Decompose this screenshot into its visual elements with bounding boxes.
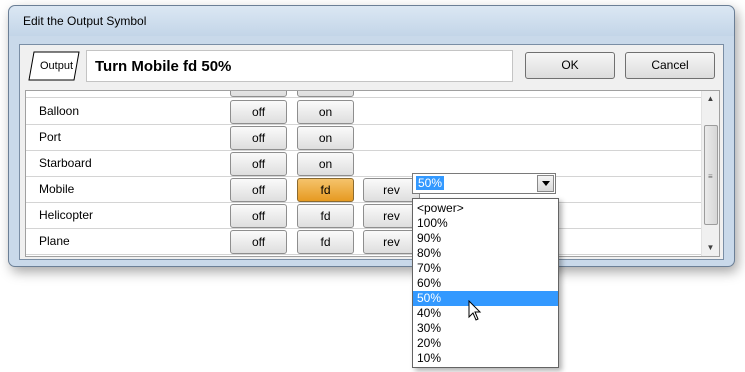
- balloon-on-button[interactable]: on: [297, 100, 354, 124]
- power-option[interactable]: 70%: [413, 261, 558, 276]
- row-label: Balloon: [39, 104, 80, 118]
- scroll-down-arrow-icon[interactable]: ▼: [702, 240, 719, 256]
- ok-button[interactable]: OK: [525, 52, 615, 79]
- cancel-button[interactable]: Cancel: [625, 52, 715, 79]
- starboard-on-button[interactable]: on: [297, 152, 354, 176]
- combo-selected-value: 50%: [416, 176, 445, 190]
- table-row-starboard: Starboard off on: [26, 150, 701, 177]
- mobile-off-button[interactable]: off: [230, 178, 287, 202]
- scroll-up-arrow-icon[interactable]: ▲: [702, 91, 719, 107]
- row-label: Starboard: [39, 156, 92, 170]
- symbol-title-box: Turn Mobile fd 50%: [86, 50, 513, 82]
- output-symbol-icon: Output: [28, 51, 80, 81]
- power-option[interactable]: 100%: [413, 216, 558, 231]
- table-row-balloon: Balloon off on: [26, 98, 701, 125]
- edit-output-dialog: Edit the Output Symbol Output Turn Mobil…: [8, 5, 735, 267]
- plane-off-button[interactable]: off: [230, 230, 287, 254]
- plane-fd-button[interactable]: fd: [297, 230, 354, 254]
- table-row-plane: Plane off fd rev: [26, 228, 701, 255]
- row-label: Helicopter: [39, 208, 94, 222]
- window-title: Edit the Output Symbol: [23, 14, 147, 28]
- balloon-off-button[interactable]: off: [230, 100, 287, 124]
- helicopter-fd-button[interactable]: fd: [297, 204, 354, 228]
- starboard-off-button[interactable]: off: [230, 152, 287, 176]
- power-option-selected[interactable]: 50%: [413, 291, 558, 306]
- power-dropdown-list: <power> 100% 90% 80% 70% 60% 50% 40% 30%…: [412, 198, 559, 368]
- power-option[interactable]: 80%: [413, 246, 558, 261]
- row-label: Port: [39, 130, 62, 144]
- title-bar[interactable]: Edit the Output Symbol: [9, 6, 734, 36]
- symbol-title: Turn Mobile fd 50%: [95, 58, 232, 75]
- power-option[interactable]: <power>: [413, 201, 558, 216]
- off-button[interactable]: [230, 91, 287, 97]
- grip-icon: ≡: [708, 172, 713, 181]
- chevron-down-icon: [542, 181, 550, 186]
- dialog-content: Output Turn Mobile fd 50% OK Cancel Ball…: [19, 44, 724, 260]
- scroll-thumb[interactable]: ≡: [704, 125, 718, 225]
- helicopter-off-button[interactable]: off: [230, 204, 287, 228]
- table-row-mobile: Mobile off fd rev: [26, 176, 701, 203]
- on-button[interactable]: [297, 91, 354, 97]
- vertical-scrollbar[interactable]: ▲ ≡ ▼: [701, 91, 719, 256]
- port-off-button[interactable]: off: [230, 126, 287, 150]
- mouse-pointer-icon: [468, 299, 482, 325]
- power-option[interactable]: 20%: [413, 336, 558, 351]
- power-option[interactable]: 10%: [413, 351, 558, 366]
- row-label: Plane: [39, 234, 70, 248]
- table-row-port: Port off on: [26, 124, 701, 151]
- mobile-power-combobox[interactable]: 50%: [412, 173, 556, 194]
- output-grid: Balloon off on Port off on Starboard off…: [25, 90, 720, 257]
- power-option[interactable]: 90%: [413, 231, 558, 246]
- port-on-button[interactable]: on: [297, 126, 354, 150]
- power-option[interactable]: 40%: [413, 306, 558, 321]
- dropdown-button[interactable]: [537, 175, 554, 192]
- table-row-helicopter: Helicopter off fd rev: [26, 202, 701, 229]
- output-icon-label: Output: [40, 60, 74, 72]
- table-row: [26, 91, 701, 98]
- power-option[interactable]: 30%: [413, 321, 558, 336]
- row-label: Mobile: [39, 182, 75, 196]
- power-option[interactable]: 60%: [413, 276, 558, 291]
- mobile-fd-button[interactable]: fd: [297, 178, 354, 202]
